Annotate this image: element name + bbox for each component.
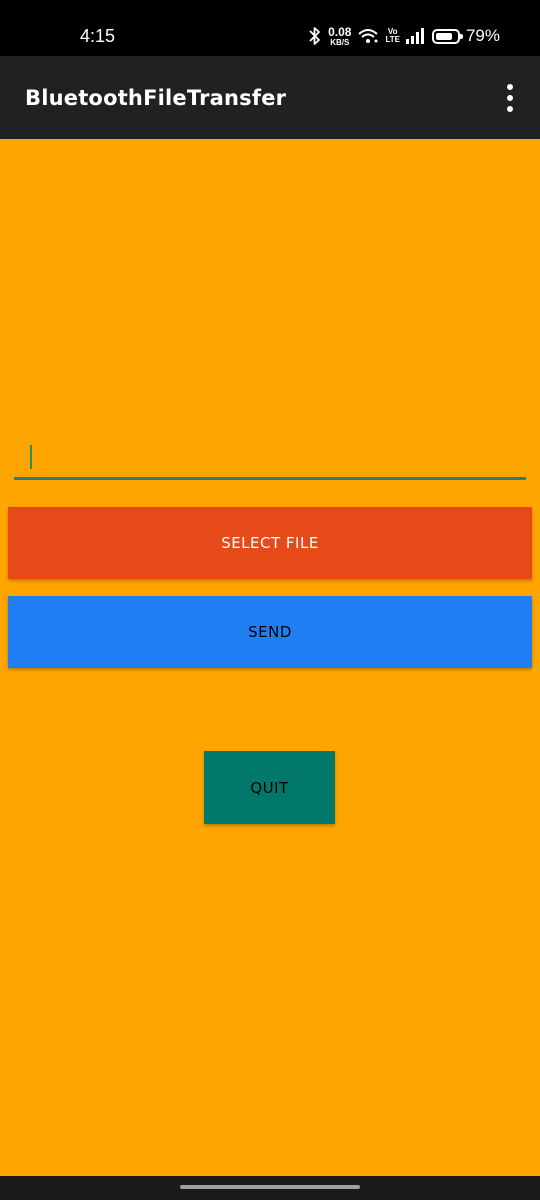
network-speed-unit: KB/S <box>330 37 350 47</box>
network-speed: 0.08 KB/S <box>328 26 351 47</box>
battery-icon <box>431 28 463 44</box>
menu-dot <box>507 84 513 90</box>
signal-icon <box>405 28 424 44</box>
status-bar: 4:15 0.08 KB/S Vo LTE 79% <box>0 0 540 56</box>
navigation-bar <box>0 1176 540 1200</box>
app-screen: 4:15 0.08 KB/S Vo LTE 79% BluetoothFileT… <box>0 0 540 1200</box>
overflow-menu-icon[interactable] <box>502 84 518 112</box>
menu-dot <box>507 106 513 112</box>
battery-tip <box>459 33 463 39</box>
network-speed-value: 0.08 <box>328 24 352 39</box>
volte-bottom: LTE <box>385 35 400 44</box>
battery-percent: 79% <box>465 26 500 45</box>
app-bar: BluetoothFileTransfer <box>0 56 540 139</box>
text-cursor <box>30 445 32 469</box>
send-button[interactable]: SEND <box>8 596 532 668</box>
volte-indicator: Vo LTE <box>385 28 400 44</box>
menu-dot <box>507 95 513 101</box>
app-title: BluetoothFileTransfer <box>25 86 287 110</box>
status-time: 4:15 <box>80 26 116 46</box>
status-icons: 0.08 KB/S Vo LTE 79% <box>308 24 500 48</box>
gesture-handle[interactable] <box>180 1185 360 1189</box>
quit-button[interactable]: QUIT <box>204 751 335 824</box>
wifi-icon <box>358 29 379 43</box>
battery-fill <box>435 32 452 40</box>
bluetooth-icon <box>309 27 320 45</box>
file-path-input[interactable] <box>14 432 526 480</box>
select-file-button[interactable]: SELECT FILE <box>8 507 532 579</box>
